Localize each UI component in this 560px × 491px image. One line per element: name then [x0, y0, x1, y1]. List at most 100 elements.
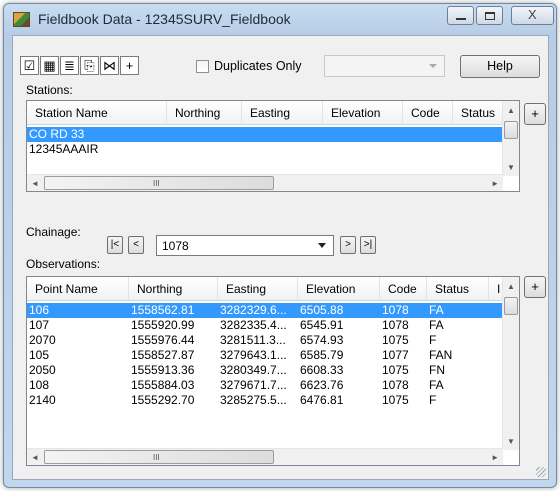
observations-cell: 3282329.6... — [220, 303, 287, 317]
minimize-button[interactable] — [447, 6, 474, 25]
observations-cell: 1555913.36 — [131, 363, 195, 377]
observations-col-header[interactable]: Code — [380, 277, 427, 301]
scroll-grip-icon: III — [153, 453, 160, 462]
observations-row[interactable]: 2070 1555976.44 3281511.3... 6574.93 1075 F — [27, 333, 503, 348]
observations-table: Point Name Northing Easting Elevation Code St… — [26, 276, 520, 466]
chainage-value: 1078 — [162, 239, 189, 253]
stations-col-header[interactable]: Elevation — [323, 101, 403, 125]
observations-cell: 107 — [29, 318, 50, 332]
stations-vertical-thumb[interactable] — [504, 121, 518, 139]
close-icon: X — [528, 7, 537, 22]
observations-cell: 1078 — [382, 318, 409, 332]
observations-cell: 6608.33 — [300, 363, 344, 377]
observations-add-button[interactable]: + — [524, 276, 546, 298]
observations-vertical-scrollbar[interactable]: ▲ ▼ — [502, 277, 519, 450]
point-add-button[interactable]: + — [120, 56, 139, 75]
observations-vertical-thumb[interactable] — [504, 297, 518, 315]
scroll-down-icon[interactable]: ▼ — [507, 437, 515, 446]
scroll-down-icon[interactable]: ▼ — [507, 163, 515, 172]
stations-vertical-scrollbar[interactable]: ▲ ▼ — [502, 101, 519, 176]
observations-cell: 1075 — [382, 393, 409, 407]
observations-row[interactable]: 105 1558527.87 3279643.1... 6585.79 1077 FAN — [27, 348, 503, 363]
report-button[interactable]: ≣ — [60, 56, 79, 75]
title-bar[interactable]: Fieldbook Data - 12345SURV_Fieldbook X — [4, 4, 556, 34]
chainage-next-button[interactable]: > — [340, 236, 356, 254]
observations-cell: 6505.88 — [300, 303, 344, 317]
observations-row[interactable]: 107 1555920.99 3282335.4... 6545.91 1078 FA — [27, 318, 503, 333]
stations-label: Stations: — [26, 83, 73, 97]
observations-col-header[interactable]: Status — [427, 277, 489, 301]
chainage-first-button[interactable]: |< — [107, 236, 123, 254]
observations-cell: 106 — [29, 303, 50, 317]
scroll-right-icon[interactable]: ► — [491, 179, 499, 188]
scroll-left-icon[interactable]: ◄ — [31, 453, 39, 462]
stations-col-header[interactable]: Northing — [167, 101, 242, 125]
chevron-down-icon — [429, 64, 437, 68]
minimize-icon — [456, 18, 466, 20]
stations-add-button[interactable]: + — [524, 103, 546, 125]
help-button[interactable]: Help — [460, 55, 540, 78]
observations-col-header[interactable]: I — [489, 277, 503, 301]
edit-table-icon: ▦ — [43, 58, 56, 73]
chainage-select[interactable]: 1078 — [156, 235, 334, 256]
scroll-left-icon[interactable]: ◄ — [31, 179, 39, 188]
edit-table-button[interactable]: ▦ — [40, 56, 59, 75]
window-title: Fieldbook Data - 12345SURV_Fieldbook — [38, 11, 291, 27]
observations-row[interactable]: 106 1558562.81 3282329.6... 6505.88 1078 FA — [27, 303, 503, 318]
edit-check-button[interactable]: ☑ — [20, 56, 39, 75]
stations-row[interactable]: 12345AAAIR — [27, 142, 503, 157]
stations-header: Station Name Northing Easting Elevation Code… — [27, 101, 508, 125]
app-icon — [13, 12, 30, 27]
line-tool-button[interactable]: ⋈ — [100, 56, 119, 75]
duplicates-only-label: Duplicates Only — [214, 59, 302, 73]
observations-cell: 6574.93 — [300, 333, 344, 347]
observations-col-header[interactable]: Northing — [129, 277, 218, 301]
observations-cell: 1077 — [382, 348, 409, 362]
stations-horizontal-scrollbar[interactable]: ◄ III ► — [27, 174, 503, 191]
observations-cell: FA — [429, 303, 444, 317]
stations-col-header[interactable]: Station Name — [27, 101, 167, 125]
observations-cell: 108 — [29, 378, 50, 392]
stations-col-header[interactable]: Status — [453, 101, 508, 125]
chainage-label: Chainage: — [26, 225, 81, 239]
observations-cell: 6623.76 — [300, 378, 344, 392]
scroll-right-icon[interactable]: ► — [491, 453, 499, 462]
stations-horizontal-thumb[interactable]: III — [44, 176, 274, 190]
observations-cell: 105 — [29, 348, 50, 362]
observations-cell: 3281511.3... — [220, 333, 286, 347]
scroll-up-icon[interactable]: ▲ — [507, 282, 515, 291]
observations-col-header[interactable]: Easting — [218, 277, 298, 301]
stations-table: Station Name Northing Easting Elevation Code… — [26, 100, 520, 192]
stations-row[interactable]: CO RD 33 — [27, 127, 503, 142]
import-button[interactable]: ⎘ — [80, 56, 99, 75]
observations-cell: 6476.81 — [300, 393, 344, 407]
observations-col-header[interactable]: Elevation — [298, 277, 380, 301]
import-icon: ⎘ — [84, 58, 95, 73]
close-button[interactable]: X — [511, 6, 554, 25]
edit-check-icon: ☑ — [23, 58, 36, 73]
resize-grip[interactable] — [536, 467, 546, 477]
stations-col-header[interactable]: Easting — [242, 101, 323, 125]
observations-horizontal-scrollbar[interactable]: ◄ III ► — [27, 448, 503, 465]
maximize-button[interactable] — [476, 6, 503, 25]
observations-cell: 3280349.7... — [220, 363, 287, 377]
observations-cell: 3282335.4... — [220, 318, 287, 332]
observations-cell: 1555920.99 — [131, 318, 195, 332]
observations-row[interactable]: 2050 1555913.36 3280349.7... 6608.33 1075 FN — [27, 363, 503, 378]
observations-horizontal-thumb[interactable]: III — [44, 450, 274, 464]
duplicates-only-checkbox[interactable] — [196, 60, 209, 73]
scroll-up-icon[interactable]: ▲ — [507, 106, 515, 115]
chainage-prev-button[interactable]: < — [128, 236, 144, 254]
duplicates-combo[interactable] — [324, 55, 445, 77]
observations-header: Point Name Northing Easting Elevation Code St… — [27, 277, 503, 301]
stations-cell: CO RD 33 — [29, 127, 85, 141]
observations-row[interactable]: 108 1555884.03 3279671.7... 6623.76 1078 FA — [27, 378, 503, 393]
observations-cell: FAN — [429, 348, 453, 362]
observations-row[interactable]: 2140 1555292.70 3285275.5... 6476.81 1075 F — [27, 393, 503, 408]
chainage-last-button[interactable]: >| — [360, 236, 376, 254]
stations-col-header[interactable]: Code — [403, 101, 453, 125]
observations-cell: 1075 — [382, 333, 409, 347]
chevron-down-icon — [318, 243, 326, 248]
observations-col-header[interactable]: Point Name — [27, 277, 129, 301]
observations-cell: F — [429, 333, 437, 347]
